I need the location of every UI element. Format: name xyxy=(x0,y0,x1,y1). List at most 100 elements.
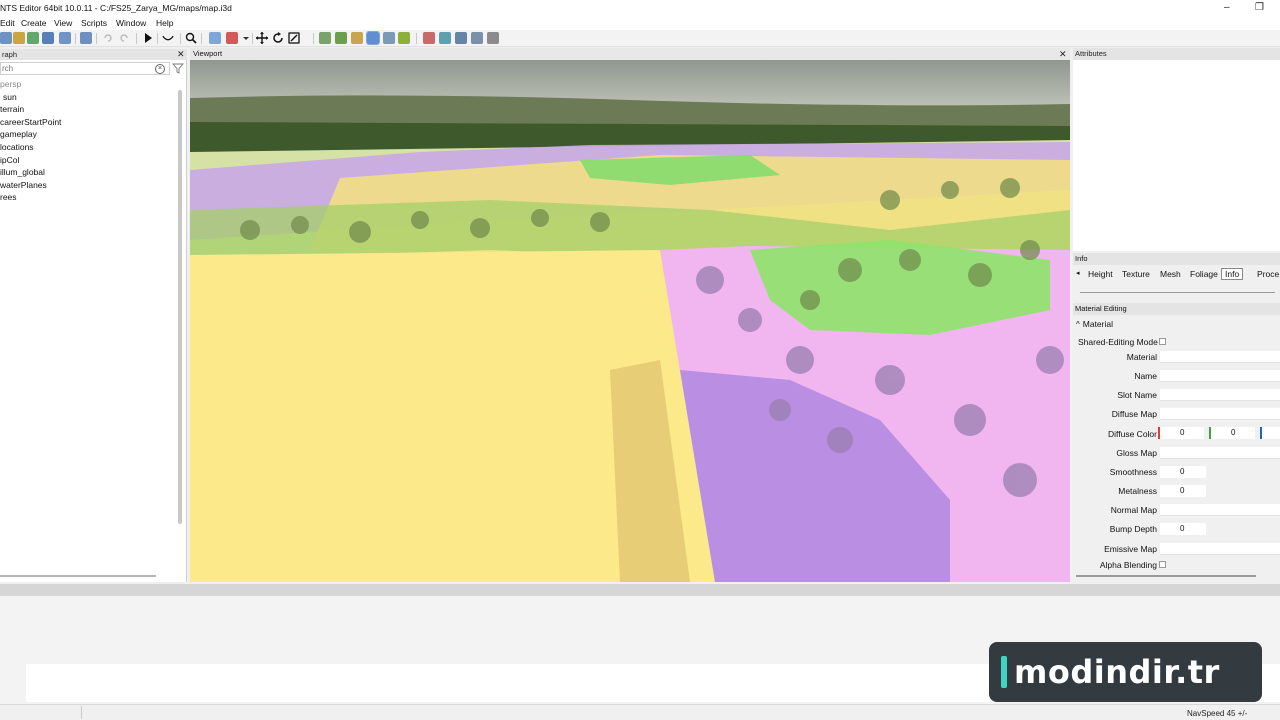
network-icon[interactable] xyxy=(455,32,467,44)
diffuse-color-g-field[interactable]: 0 xyxy=(1209,427,1255,439)
menu-help[interactable]: Help xyxy=(156,18,173,28)
shared-editing-checkbox[interactable] xyxy=(1159,338,1166,345)
tab-mesh[interactable]: Mesh xyxy=(1160,269,1181,279)
texture-paint-icon[interactable] xyxy=(366,31,380,45)
diffuse-map-field[interactable] xyxy=(1160,408,1280,420)
minimize-button[interactable]: – xyxy=(1224,2,1230,13)
zoom-icon[interactable] xyxy=(185,32,197,44)
tree-item-gameplay[interactable]: gameplay xyxy=(0,129,37,139)
diffuse-color-b-field[interactable] xyxy=(1260,427,1280,439)
emissive-map-field[interactable] xyxy=(1160,543,1280,555)
toolbar-separator xyxy=(416,33,417,44)
alpha-blending-checkbox[interactable] xyxy=(1159,561,1166,568)
new-file-icon[interactable] xyxy=(0,32,12,44)
viewport-close-button[interactable]: ✕ xyxy=(1059,50,1067,59)
scenegraph-search-input[interactable] xyxy=(1,63,151,74)
tree-item-waterplanes[interactable]: waterPlanes xyxy=(0,180,47,190)
tree-item-locations[interactable]: locations xyxy=(0,142,34,152)
export-icon[interactable] xyxy=(487,32,499,44)
tab-scroll-left-icon[interactable]: ◂ xyxy=(1076,269,1080,277)
collapse-icon[interactable]: ^ xyxy=(1076,320,1080,329)
tree-item-sun[interactable]: sun xyxy=(3,92,17,102)
maximize-button[interactable]: ❐ xyxy=(1255,2,1264,13)
viewport-scene[interactable] xyxy=(190,60,1070,582)
material-horizontal-scrollbar[interactable] xyxy=(1076,575,1256,577)
toolbar-separator xyxy=(201,33,202,44)
move-icon[interactable] xyxy=(256,32,268,44)
filter-icon[interactable] xyxy=(172,63,184,74)
rotate-icon[interactable] xyxy=(272,32,284,44)
redo-icon[interactable] xyxy=(118,32,130,44)
scale-icon[interactable] xyxy=(288,32,300,44)
nav-speed-status: NavSpeed 45 +/- xyxy=(1187,709,1248,718)
tab-texture[interactable]: Texture xyxy=(1122,269,1150,279)
tab-height[interactable]: Height xyxy=(1088,269,1113,279)
menu-scripts[interactable]: Scripts xyxy=(81,18,107,28)
tab-info[interactable]: Info xyxy=(1221,268,1244,280)
foliage-icon[interactable] xyxy=(335,32,347,44)
material-editing-header: Material Editing xyxy=(1073,303,1280,315)
tree-item-persp[interactable]: persp xyxy=(0,79,21,89)
viewport-title: Viewport xyxy=(193,49,223,58)
viewport-header: Viewport xyxy=(190,48,1070,60)
import-icon[interactable] xyxy=(80,32,92,44)
gloss-map-field[interactable] xyxy=(1160,447,1280,459)
main-toolbar xyxy=(0,30,1280,47)
smoothness-label: Smoothness xyxy=(1109,467,1157,477)
normal-map-field[interactable] xyxy=(1160,504,1280,516)
terrain-icon[interactable] xyxy=(319,32,331,44)
diffuse-map-label: Diffuse Map xyxy=(1111,409,1157,419)
tree-item-terrain[interactable]: terrain xyxy=(0,104,24,114)
scenegraph-horizontal-scrollbar[interactable] xyxy=(0,575,156,577)
attributes-header: Attributes xyxy=(1073,48,1280,60)
smoothness-field[interactable]: 0 xyxy=(1160,466,1206,478)
diffuse-color-r-field[interactable]: 0 xyxy=(1158,427,1204,439)
sculpt-icon[interactable] xyxy=(383,32,395,44)
save-as-icon[interactable] xyxy=(59,32,71,44)
watermark-badge: modindir.tr xyxy=(989,642,1262,702)
viewport-3d-view[interactable] xyxy=(190,60,1070,582)
tree-item-careerstartpoint[interactable]: careerStartPoint xyxy=(0,117,61,127)
menu-create[interactable]: Create xyxy=(21,18,47,28)
scenegraph-search xyxy=(0,62,170,75)
material-icon[interactable] xyxy=(423,32,435,44)
panel-splitter[interactable] xyxy=(0,584,1280,596)
tree-item-trees[interactable]: rees xyxy=(0,192,17,202)
material-group-header[interactable]: ^ Material xyxy=(1076,319,1113,329)
tree-icon[interactable] xyxy=(398,32,410,44)
alpha-blending-label: Alpha Blending xyxy=(1099,560,1157,570)
curve-icon[interactable] xyxy=(162,32,174,44)
tree-item-illum-global[interactable]: illum_global xyxy=(0,167,45,177)
undo-icon[interactable] xyxy=(102,32,114,44)
menu-window[interactable]: Window xyxy=(116,18,146,28)
scenegraph-close-button[interactable]: ✕ xyxy=(177,50,185,59)
menu-view[interactable]: View xyxy=(54,18,72,28)
info-scrollbar[interactable] xyxy=(1080,292,1275,293)
reload-icon[interactable] xyxy=(439,32,451,44)
name-field[interactable] xyxy=(1160,370,1280,382)
brush-icon[interactable] xyxy=(226,32,238,44)
chevron-down-icon[interactable] xyxy=(240,32,252,44)
menu-bar: Edit Create View Scripts Window Help xyxy=(0,16,1280,30)
settings-icon[interactable] xyxy=(471,32,483,44)
metalness-field[interactable]: 0 xyxy=(1160,485,1206,497)
clear-search-icon[interactable]: × xyxy=(155,64,165,74)
menu-edit[interactable]: Edit xyxy=(0,18,15,28)
tab-procedural[interactable]: Proce xyxy=(1257,269,1279,279)
save-icon[interactable] xyxy=(42,32,54,44)
edit-icon[interactable] xyxy=(13,32,25,44)
play-icon[interactable] xyxy=(142,32,154,44)
scenegraph-vertical-scrollbar[interactable] xyxy=(178,90,182,524)
select-icon[interactable] xyxy=(209,32,221,44)
bump-depth-field[interactable]: 0 xyxy=(1160,523,1206,535)
window-title: NTS Editor 64bit 10.0.11 - C:/FS25_Zarya… xyxy=(0,3,232,13)
tree-item-ipcol[interactable]: ipCol xyxy=(0,155,19,165)
slot-name-field[interactable] xyxy=(1160,389,1280,401)
info-header: Info xyxy=(1073,253,1280,265)
watermark-accent-bar xyxy=(1001,656,1007,688)
refresh-icon[interactable] xyxy=(27,32,39,44)
status-bar: NavSpeed 45 +/- xyxy=(0,704,1280,720)
material-field[interactable] xyxy=(1160,351,1280,363)
tab-foliage[interactable]: Foliage xyxy=(1190,269,1218,279)
paint-icon[interactable] xyxy=(351,32,363,44)
